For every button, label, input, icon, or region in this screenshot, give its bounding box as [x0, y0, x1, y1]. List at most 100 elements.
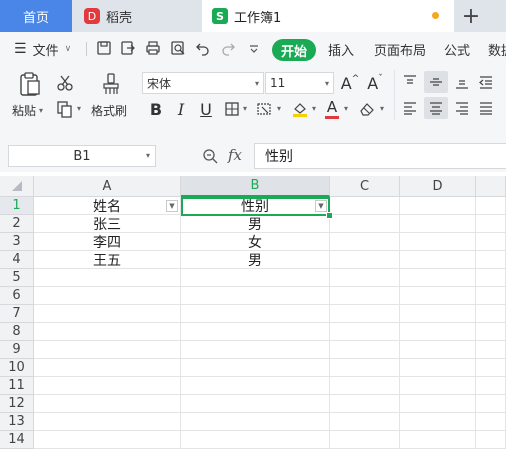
cell[interactable]: 男 [181, 251, 330, 269]
font-size-increase-button[interactable]: A ^ [340, 72, 360, 94]
row-header-1[interactable]: 1 [0, 197, 34, 215]
fill-handle[interactable] [326, 212, 333, 219]
chevron-down-icon[interactable]: ▾ [146, 151, 150, 160]
function-button[interactable]: fx [228, 146, 242, 164]
chevron-down-icon[interactable]: ▾ [312, 104, 316, 113]
cell[interactable] [330, 233, 400, 251]
chevron-down-icon[interactable]: ▾ [277, 104, 281, 113]
tab-page-layout[interactable]: 页面布局 [374, 32, 426, 66]
cell[interactable] [181, 341, 330, 359]
fill-color-icon[interactable] [289, 98, 311, 120]
font-size-decrease-button[interactable]: Aˇ [365, 72, 385, 94]
cell[interactable] [476, 197, 506, 215]
row-header-12[interactable]: 12 [0, 395, 34, 413]
paste-icon[interactable] [16, 70, 44, 98]
format-painter-button[interactable]: 格式刷 [91, 102, 127, 119]
cell[interactable] [476, 323, 506, 341]
print-preview-icon[interactable] [168, 38, 188, 58]
paste-button[interactable]: 粘贴 ▾ [12, 102, 43, 119]
quick-access-more-icon[interactable] [244, 38, 264, 58]
filter-dropdown-icon[interactable]: ▼ [166, 200, 178, 212]
column-header-a[interactable]: A [34, 176, 181, 197]
cell[interactable] [34, 269, 181, 287]
name-box[interactable]: B1 [8, 145, 156, 167]
cell[interactable] [400, 215, 476, 233]
cell[interactable] [181, 413, 330, 431]
new-tab-plus-icon[interactable]: + [456, 0, 486, 32]
cell[interactable] [330, 215, 400, 233]
cell[interactable] [181, 269, 330, 287]
bold-button[interactable]: B [146, 98, 166, 120]
decrease-indent-icon[interactable] [476, 72, 496, 92]
tab-daoke[interactable]: D 稻壳 [72, 0, 202, 32]
cell[interactable] [181, 323, 330, 341]
cell[interactable] [330, 323, 400, 341]
cell[interactable] [330, 287, 400, 305]
cell[interactable] [34, 377, 181, 395]
row-header-8[interactable]: 8 [0, 323, 34, 341]
cell[interactable] [476, 251, 506, 269]
cell[interactable] [400, 305, 476, 323]
cell[interactable]: 姓名 ▼ [34, 197, 181, 215]
cell[interactable] [476, 359, 506, 377]
cell[interactable] [476, 431, 506, 449]
tab-workbook[interactable]: S 工作簿1 [202, 0, 454, 32]
row-header-4[interactable]: 4 [0, 251, 34, 269]
zoom-search-icon[interactable] [200, 146, 220, 166]
cell[interactable] [400, 413, 476, 431]
row-header-2[interactable]: 2 [0, 215, 34, 233]
align-right-icon[interactable] [452, 98, 472, 118]
formula-input[interactable]: 性别 [254, 143, 506, 169]
cell[interactable] [181, 287, 330, 305]
cell[interactable] [400, 377, 476, 395]
cell[interactable] [330, 341, 400, 359]
chevron-down-icon[interactable]: ▾ [77, 104, 81, 113]
cell[interactable] [400, 359, 476, 377]
cell[interactable] [476, 215, 506, 233]
column-header-d[interactable]: D [400, 176, 476, 197]
cell[interactable] [181, 431, 330, 449]
cell[interactable] [330, 197, 400, 215]
row-header-9[interactable]: 9 [0, 341, 34, 359]
tab-data[interactable]: 数据 [488, 32, 506, 66]
cell[interactable] [34, 431, 181, 449]
cell[interactable] [400, 251, 476, 269]
cell[interactable] [400, 269, 476, 287]
cell[interactable] [476, 233, 506, 251]
chevron-down-icon[interactable]: ▾ [243, 104, 247, 113]
select-all-corner[interactable] [0, 176, 34, 197]
cell[interactable]: 女 [181, 233, 330, 251]
cell[interactable] [330, 413, 400, 431]
cell[interactable] [330, 305, 400, 323]
column-header-e[interactable] [476, 176, 506, 197]
cell[interactable]: 张三 [34, 215, 181, 233]
cell[interactable] [330, 359, 400, 377]
align-top-icon[interactable] [400, 72, 420, 92]
cell[interactable] [476, 377, 506, 395]
cell[interactable] [476, 305, 506, 323]
cell[interactable] [476, 269, 506, 287]
cell[interactable] [400, 287, 476, 305]
column-header-c[interactable]: C [330, 176, 400, 197]
cell[interactable] [400, 197, 476, 215]
cell[interactable] [181, 305, 330, 323]
cell[interactable]: 李四 [34, 233, 181, 251]
align-bottom-icon[interactable] [452, 72, 472, 92]
cell[interactable] [34, 287, 181, 305]
export-icon[interactable] [118, 38, 138, 58]
cell[interactable] [476, 341, 506, 359]
cell[interactable] [476, 287, 506, 305]
file-menu[interactable]: ☰ 文件 ∨ [14, 32, 71, 66]
row-header-3[interactable]: 3 [0, 233, 34, 251]
row-header-14[interactable]: 14 [0, 431, 34, 449]
cell[interactable] [181, 359, 330, 377]
tab-start[interactable]: 开始 [272, 39, 317, 61]
cell[interactable] [34, 359, 181, 377]
align-left-icon[interactable] [400, 98, 420, 118]
undo-icon[interactable] [193, 38, 213, 58]
save-icon[interactable] [94, 38, 114, 58]
justify-icon[interactable] [476, 98, 496, 118]
chevron-down-icon[interactable]: ▾ [380, 104, 384, 113]
align-center-icon[interactable] [424, 97, 448, 119]
row-header-10[interactable]: 10 [0, 359, 34, 377]
